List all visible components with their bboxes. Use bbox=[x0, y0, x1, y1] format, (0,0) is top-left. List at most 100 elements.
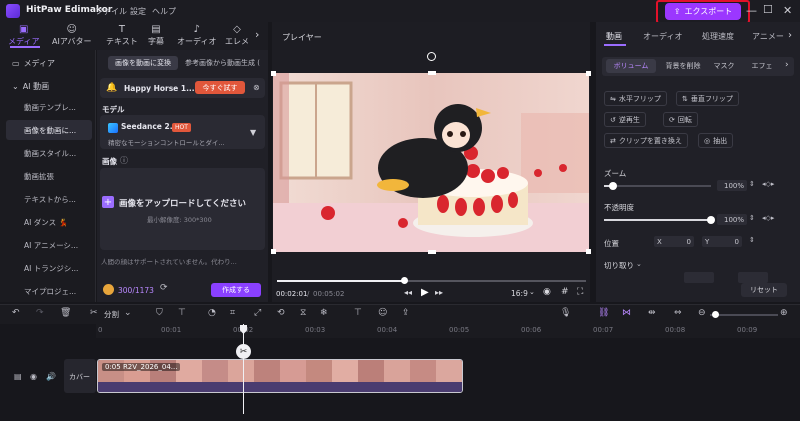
chevron-down-icon[interactable]: ⌄ bbox=[636, 260, 642, 268]
export-frame-icon[interactable]: ⇪ bbox=[402, 308, 410, 318]
image-upload-area[interactable] bbox=[100, 168, 265, 250]
sidebar-item-media[interactable]: ▭ メディア bbox=[6, 53, 92, 73]
timeline-zoom-track[interactable] bbox=[710, 314, 778, 316]
tabs-next-icon[interactable]: › bbox=[255, 28, 259, 41]
player-progress-handle[interactable] bbox=[401, 277, 408, 284]
sidebar-item-image-to-video[interactable]: 画像を動画に... bbox=[6, 120, 92, 140]
playhead[interactable] bbox=[243, 324, 244, 414]
tab-ai-avatar[interactable]: ☺ AIアバター bbox=[52, 24, 92, 48]
video-clip[interactable]: 0:05 R2V_2026_04... bbox=[97, 359, 463, 393]
track-layout-icon[interactable]: ▤ bbox=[14, 372, 22, 381]
replace-clip-button[interactable]: ⇄ クリップを置き換え bbox=[604, 133, 688, 148]
zoom-in-icon[interactable]: ⊕ bbox=[780, 308, 788, 318]
tabs-next-icon[interactable]: › bbox=[788, 30, 792, 41]
timeline-ruler[interactable] bbox=[96, 324, 800, 338]
create-button[interactable]: 作成する bbox=[211, 283, 261, 297]
chevron-down-icon[interactable]: ⌄ bbox=[124, 308, 132, 318]
tab-element[interactable]: ◇ エレメ bbox=[225, 24, 249, 48]
position-y-field[interactable]: Y0 bbox=[702, 236, 742, 247]
refresh-icon[interactable]: ⟳ bbox=[160, 283, 168, 293]
play-icon[interactable]: ▶ bbox=[421, 287, 429, 298]
chip-remove-bg[interactable]: 背景を削除 bbox=[660, 59, 706, 73]
banner-close-icon[interactable]: ⊗ bbox=[253, 83, 260, 92]
timeline-zoom-handle[interactable] bbox=[712, 311, 719, 318]
chip-volume[interactable]: ボリューム bbox=[606, 59, 656, 73]
rewind-icon[interactable]: ⟲ bbox=[277, 308, 285, 318]
sidebar-item-ai-video[interactable]: ⌄ AI 動画 bbox=[6, 76, 92, 96]
undo-icon[interactable]: ↶ bbox=[12, 308, 20, 318]
mirror-icon[interactable]: ⧖ bbox=[300, 308, 306, 318]
sidebar-item-video-style[interactable]: 動画スタイル... bbox=[6, 143, 92, 163]
tab-text[interactable]: T テキスト bbox=[106, 24, 138, 48]
text-insert-icon[interactable]: ⊤ bbox=[354, 308, 362, 318]
microphone-icon[interactable]: 🎙 bbox=[560, 308, 571, 318]
tab-media[interactable]: ▣ メディア bbox=[8, 24, 39, 48]
crop-handle-bottom-left[interactable] bbox=[271, 249, 276, 254]
crop-handle-bottom[interactable] bbox=[428, 250, 436, 254]
close-icon[interactable]: ✕ bbox=[783, 4, 792, 17]
stepper-icon[interactable]: ⇕ bbox=[749, 180, 755, 188]
sidebar-item-ai-transition[interactable]: AI トランジシ... bbox=[6, 258, 92, 278]
delete-icon[interactable]: 🗑 bbox=[60, 308, 71, 318]
keyframe-icon[interactable]: ◂◇▸ bbox=[762, 214, 774, 222]
subtab-reference-to-video[interactable]: 参考画像から動画生成 ( bbox=[180, 56, 265, 70]
keyframe-icon[interactable]: ◂◇▸ bbox=[762, 180, 774, 188]
flip-horizontal-button[interactable]: ⇋ 水平フリップ bbox=[604, 91, 667, 106]
stepper-icon[interactable]: ⇕ bbox=[749, 236, 755, 244]
chip-effect[interactable]: エフェ bbox=[746, 59, 778, 73]
text-box-icon[interactable]: ⊤ bbox=[178, 308, 186, 318]
sidebar-item-ai-dance[interactable]: AI ダンス 💃 bbox=[6, 212, 92, 232]
fit-icon[interactable]: ⇔ bbox=[674, 308, 682, 318]
opacity-slider-handle[interactable] bbox=[707, 216, 715, 224]
sidebar-item-video-extend[interactable]: 動画拡張 bbox=[6, 166, 92, 186]
aspect-ratio-select[interactable]: 16:9 bbox=[511, 289, 528, 298]
magnet-icon[interactable]: ⋈ bbox=[622, 308, 631, 318]
zoom-slider-track[interactable] bbox=[604, 185, 711, 187]
zoom-slider-handle[interactable] bbox=[609, 182, 617, 190]
reverse-button[interactable]: ↺ 逆再生 bbox=[604, 112, 646, 127]
menu-settings[interactable]: 設定 bbox=[130, 6, 146, 17]
grid-icon[interactable]: # bbox=[561, 287, 569, 297]
crop-handle-top-right[interactable] bbox=[586, 71, 591, 76]
resize-icon[interactable]: ⤢ bbox=[254, 308, 261, 318]
maximize-icon[interactable]: ☐ bbox=[763, 3, 773, 16]
try-now-button[interactable]: 今すぐ試す bbox=[195, 81, 245, 94]
reset-button[interactable]: リセット bbox=[741, 283, 787, 297]
crop-handle-top-left[interactable] bbox=[271, 71, 276, 76]
crop-handle-top[interactable] bbox=[428, 71, 436, 75]
opacity-value[interactable]: 100% bbox=[717, 214, 747, 225]
sidebar-item-video-template[interactable]: 動画テンプレ... bbox=[6, 97, 92, 117]
freeze-icon[interactable]: ❄ bbox=[320, 308, 328, 318]
chevron-down-icon[interactable]: ▼ bbox=[250, 128, 256, 137]
rotate-handle-icon[interactable] bbox=[427, 52, 436, 61]
shield-icon[interactable]: ⛉ bbox=[156, 308, 163, 318]
sidebar-item-my-projects[interactable]: マイプロジェ... bbox=[6, 281, 92, 301]
prev-frame-icon[interactable]: ◂◂ bbox=[404, 288, 412, 297]
tab-audio[interactable]: ♪ オーディオ bbox=[177, 24, 216, 48]
crop-icon[interactable]: ⌗ bbox=[230, 308, 235, 318]
redo-icon[interactable]: ↷ bbox=[36, 308, 44, 318]
stepper-icon[interactable]: ⇕ bbox=[749, 214, 755, 222]
split-audio-icon[interactable]: ⇹ bbox=[648, 308, 656, 318]
tab-subtitle[interactable]: ▤ 字幕 bbox=[148, 24, 164, 48]
rotate-button[interactable]: ⟳ 回転 bbox=[663, 112, 698, 127]
flip-vertical-button[interactable]: ⇅ 垂直フリップ bbox=[676, 91, 739, 106]
sidebar-item-text-to-video[interactable]: テキストから... bbox=[6, 189, 92, 209]
position-x-field[interactable]: X0 bbox=[654, 236, 694, 247]
link-icon[interactable]: ⛓ bbox=[598, 308, 609, 318]
info-icon[interactable]: ⓘ bbox=[120, 155, 128, 166]
menu-file[interactable]: ファイル bbox=[95, 6, 127, 17]
subtab-image-to-video[interactable]: 画像を動画に変換 bbox=[108, 56, 178, 70]
extract-button[interactable]: ◎ 抽出 bbox=[698, 133, 734, 148]
zoom-out-icon[interactable]: ⊖ bbox=[698, 308, 706, 318]
crop-handle-bottom-right[interactable] bbox=[586, 249, 591, 254]
volume-icon[interactable]: 🔊 bbox=[46, 372, 56, 381]
chip-mask[interactable]: マスク bbox=[710, 59, 738, 73]
zoom-value[interactable]: 100% bbox=[717, 180, 747, 191]
scissors-icon[interactable]: ✂ bbox=[90, 308, 98, 318]
menu-help[interactable]: ヘルプ bbox=[152, 6, 176, 17]
tab-audio-props[interactable]: オーディオ bbox=[643, 31, 682, 42]
snapshot-icon[interactable]: ◉ bbox=[543, 287, 551, 297]
speed-icon[interactable]: ◔ bbox=[208, 308, 216, 318]
crop-field-2[interactable] bbox=[738, 272, 768, 283]
